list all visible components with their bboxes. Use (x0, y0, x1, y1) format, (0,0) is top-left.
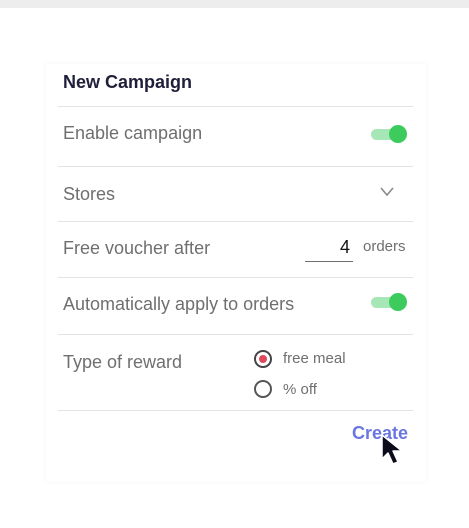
divider (58, 166, 413, 167)
divider (58, 106, 413, 107)
auto-apply-toggle[interactable] (371, 292, 407, 312)
page-title: New Campaign (63, 72, 193, 92)
stores-label: Stores (63, 184, 116, 204)
radio-percent-off-label[interactable]: % off (283, 381, 317, 398)
toggle-knob (389, 293, 407, 311)
mouse-pointer-icon (381, 434, 403, 465)
auto-apply-label: Automatically apply to orders (63, 294, 295, 314)
window-top-bar (0, 0, 469, 8)
divider (58, 221, 413, 222)
radio-percent-off[interactable] (254, 380, 272, 398)
toggle-knob (389, 125, 407, 143)
voucher-order-count-value: 4 (339, 237, 350, 257)
radio-free-meal[interactable] (254, 350, 272, 368)
free-voucher-label: Free voucher after (63, 238, 211, 258)
divider (58, 334, 413, 335)
voucher-unit-label: orders (363, 238, 406, 255)
radio-free-meal-label[interactable]: free meal (283, 350, 346, 367)
divider (58, 277, 413, 278)
enable-campaign-label: Enable campaign (63, 123, 203, 143)
chevron-down-icon[interactable] (380, 184, 394, 198)
divider (58, 410, 413, 411)
voucher-order-count-input[interactable]: 4 (305, 233, 353, 262)
enable-campaign-toggle[interactable] (371, 124, 407, 144)
radio-selected-dot (259, 355, 267, 363)
reward-type-label: Type of reward (63, 352, 183, 372)
